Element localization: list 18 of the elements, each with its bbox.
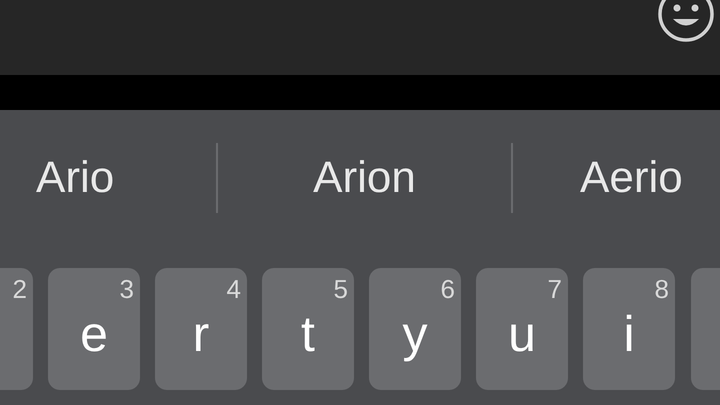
key-number: 6 [440,276,455,302]
key[interactable]: u 7 [476,268,568,390]
key-number: 8 [654,276,669,302]
key[interactable]: r 4 [155,268,247,390]
suggestion[interactable]: Aerio [580,156,683,200]
key-number: 3 [120,276,134,302]
key[interactable]: i 8 [583,268,675,390]
suggestion[interactable]: Arion [313,156,416,200]
key[interactable]: t 5 [262,268,354,390]
key[interactable]: 2 [0,268,33,390]
key-number: 5 [334,276,348,302]
suggestion[interactable]: Ario [36,156,114,200]
key[interactable]: y 6 [369,268,461,390]
key[interactable]: e 3 [48,268,140,390]
key-number: 4 [226,276,241,302]
key-number: 7 [548,276,562,302]
key-number: 2 [12,276,27,302]
smiley-icon[interactable] [656,0,716,44]
